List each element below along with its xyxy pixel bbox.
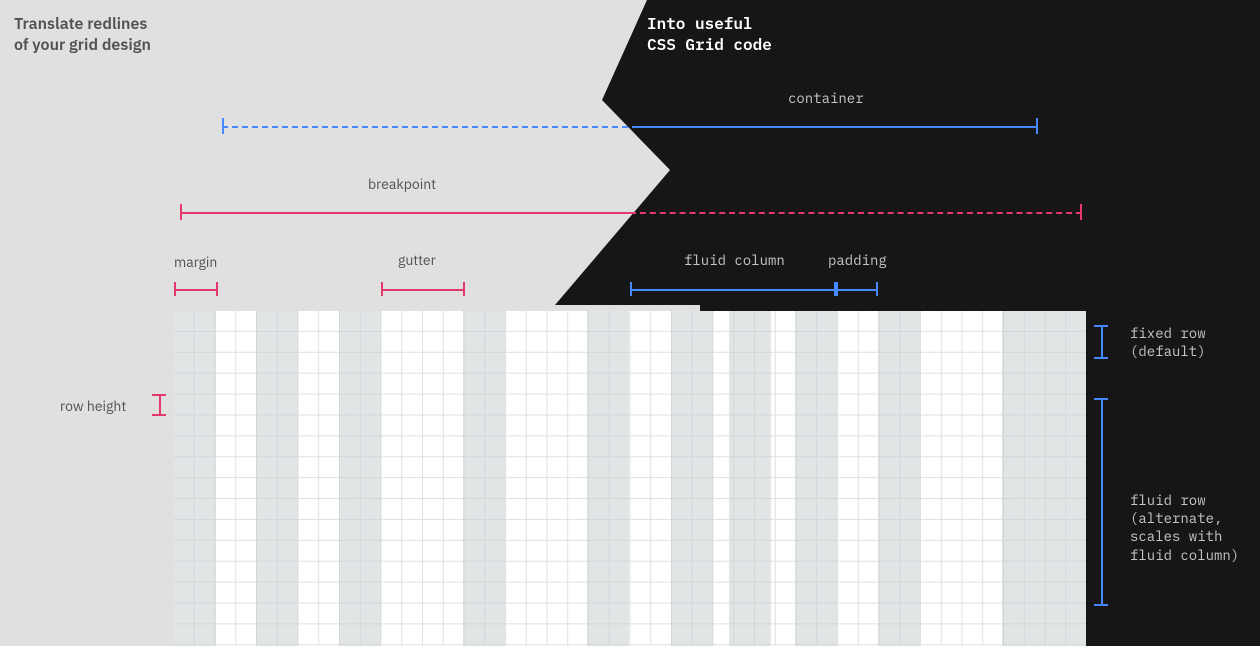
label-fixed-row-l1: fixed row — [1130, 324, 1206, 342]
heading-left-line1: Translate redlines — [14, 14, 147, 34]
grid-column — [729, 311, 771, 646]
grid-column — [256, 311, 298, 646]
label-fluid-row: fluid row (alternate, scales with fluid … — [1130, 491, 1239, 564]
label-fluid-column: fluid column — [684, 251, 785, 269]
grid-cells — [174, 311, 1086, 646]
label-fluid-row-l4: fluid column) — [1130, 546, 1239, 564]
grid-gutter — [587, 311, 629, 646]
heading-right: Into useful CSS Grid code — [647, 14, 772, 56]
label-breakpoint: breakpoint — [368, 175, 436, 193]
bracket-row-height — [152, 394, 166, 416]
grid-margin-left — [174, 311, 216, 646]
heading-left-line2: of your grid design — [14, 35, 151, 55]
bracket-fixed-row — [1094, 325, 1108, 359]
grid-preview — [174, 311, 1086, 646]
bracket-padding — [836, 282, 878, 296]
grid-column — [878, 311, 920, 646]
label-gutter: gutter — [398, 251, 436, 269]
bracket-fluid-column — [630, 282, 836, 296]
label-fluid-row-l1: fluid row — [1130, 491, 1206, 509]
heading-right-line2: CSS Grid code — [647, 35, 772, 55]
label-container: container — [788, 89, 864, 107]
label-fixed-row: fixed row (default) — [1130, 324, 1206, 360]
bracket-breakpoint — [180, 204, 1082, 220]
label-fixed-row-l2: (default) — [1130, 342, 1206, 360]
grid-gutter — [795, 311, 837, 646]
label-margin: margin — [174, 253, 217, 271]
grid-column — [671, 311, 713, 646]
label-row-height: row height — [60, 397, 126, 415]
bracket-gutter — [381, 282, 465, 296]
bracket-container — [222, 118, 1038, 134]
grid-gutter — [339, 311, 381, 646]
bracket-fluid-row — [1094, 398, 1108, 606]
bracket-margin — [174, 282, 218, 296]
grid-margin-right — [1044, 311, 1086, 646]
grid-gutter — [463, 311, 505, 646]
label-padding: padding — [828, 251, 887, 269]
label-fluid-row-l2: (alternate, — [1130, 509, 1222, 527]
label-fluid-row-l3: scales with — [1130, 527, 1222, 545]
heading-left: Translate redlines of your grid design — [14, 14, 151, 56]
heading-right-line1: Into useful — [647, 14, 753, 34]
grid-column — [1002, 311, 1044, 646]
